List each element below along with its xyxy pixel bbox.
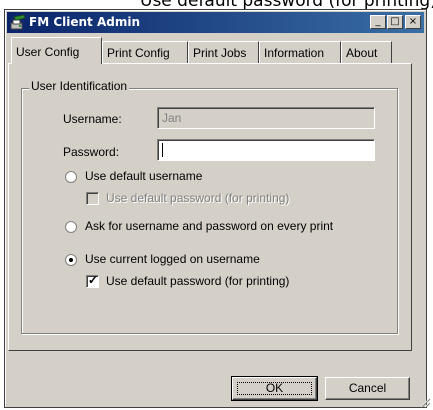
tab-print-jobs[interactable]: Print Jobs: [188, 41, 259, 63]
cancel-button[interactable]: Cancel: [325, 377, 410, 400]
title-bar[interactable]: FM Client Admin _ □ ×: [7, 12, 424, 33]
minimize-button[interactable]: _: [370, 15, 386, 29]
user-identification-legend: User Identification: [29, 79, 130, 93]
tab-information[interactable]: Information: [259, 41, 341, 63]
close-button[interactable]: ×: [405, 15, 421, 29]
tab-print-config[interactable]: Print Config: [102, 41, 188, 63]
fm-client-app-icon: [10, 14, 26, 30]
tab-user-config[interactable]: User Config: [11, 37, 102, 64]
ok-focus-ring: [237, 382, 312, 395]
window-title: FM Client Admin: [29, 15, 140, 29]
tab-about[interactable]: About: [341, 41, 392, 63]
maximize-button[interactable]: □: [387, 15, 403, 29]
user-config-panel: [8, 63, 412, 351]
resize-grip-icon[interactable]: [419, 396, 431, 408]
ok-button[interactable]: OK: [231, 376, 318, 401]
